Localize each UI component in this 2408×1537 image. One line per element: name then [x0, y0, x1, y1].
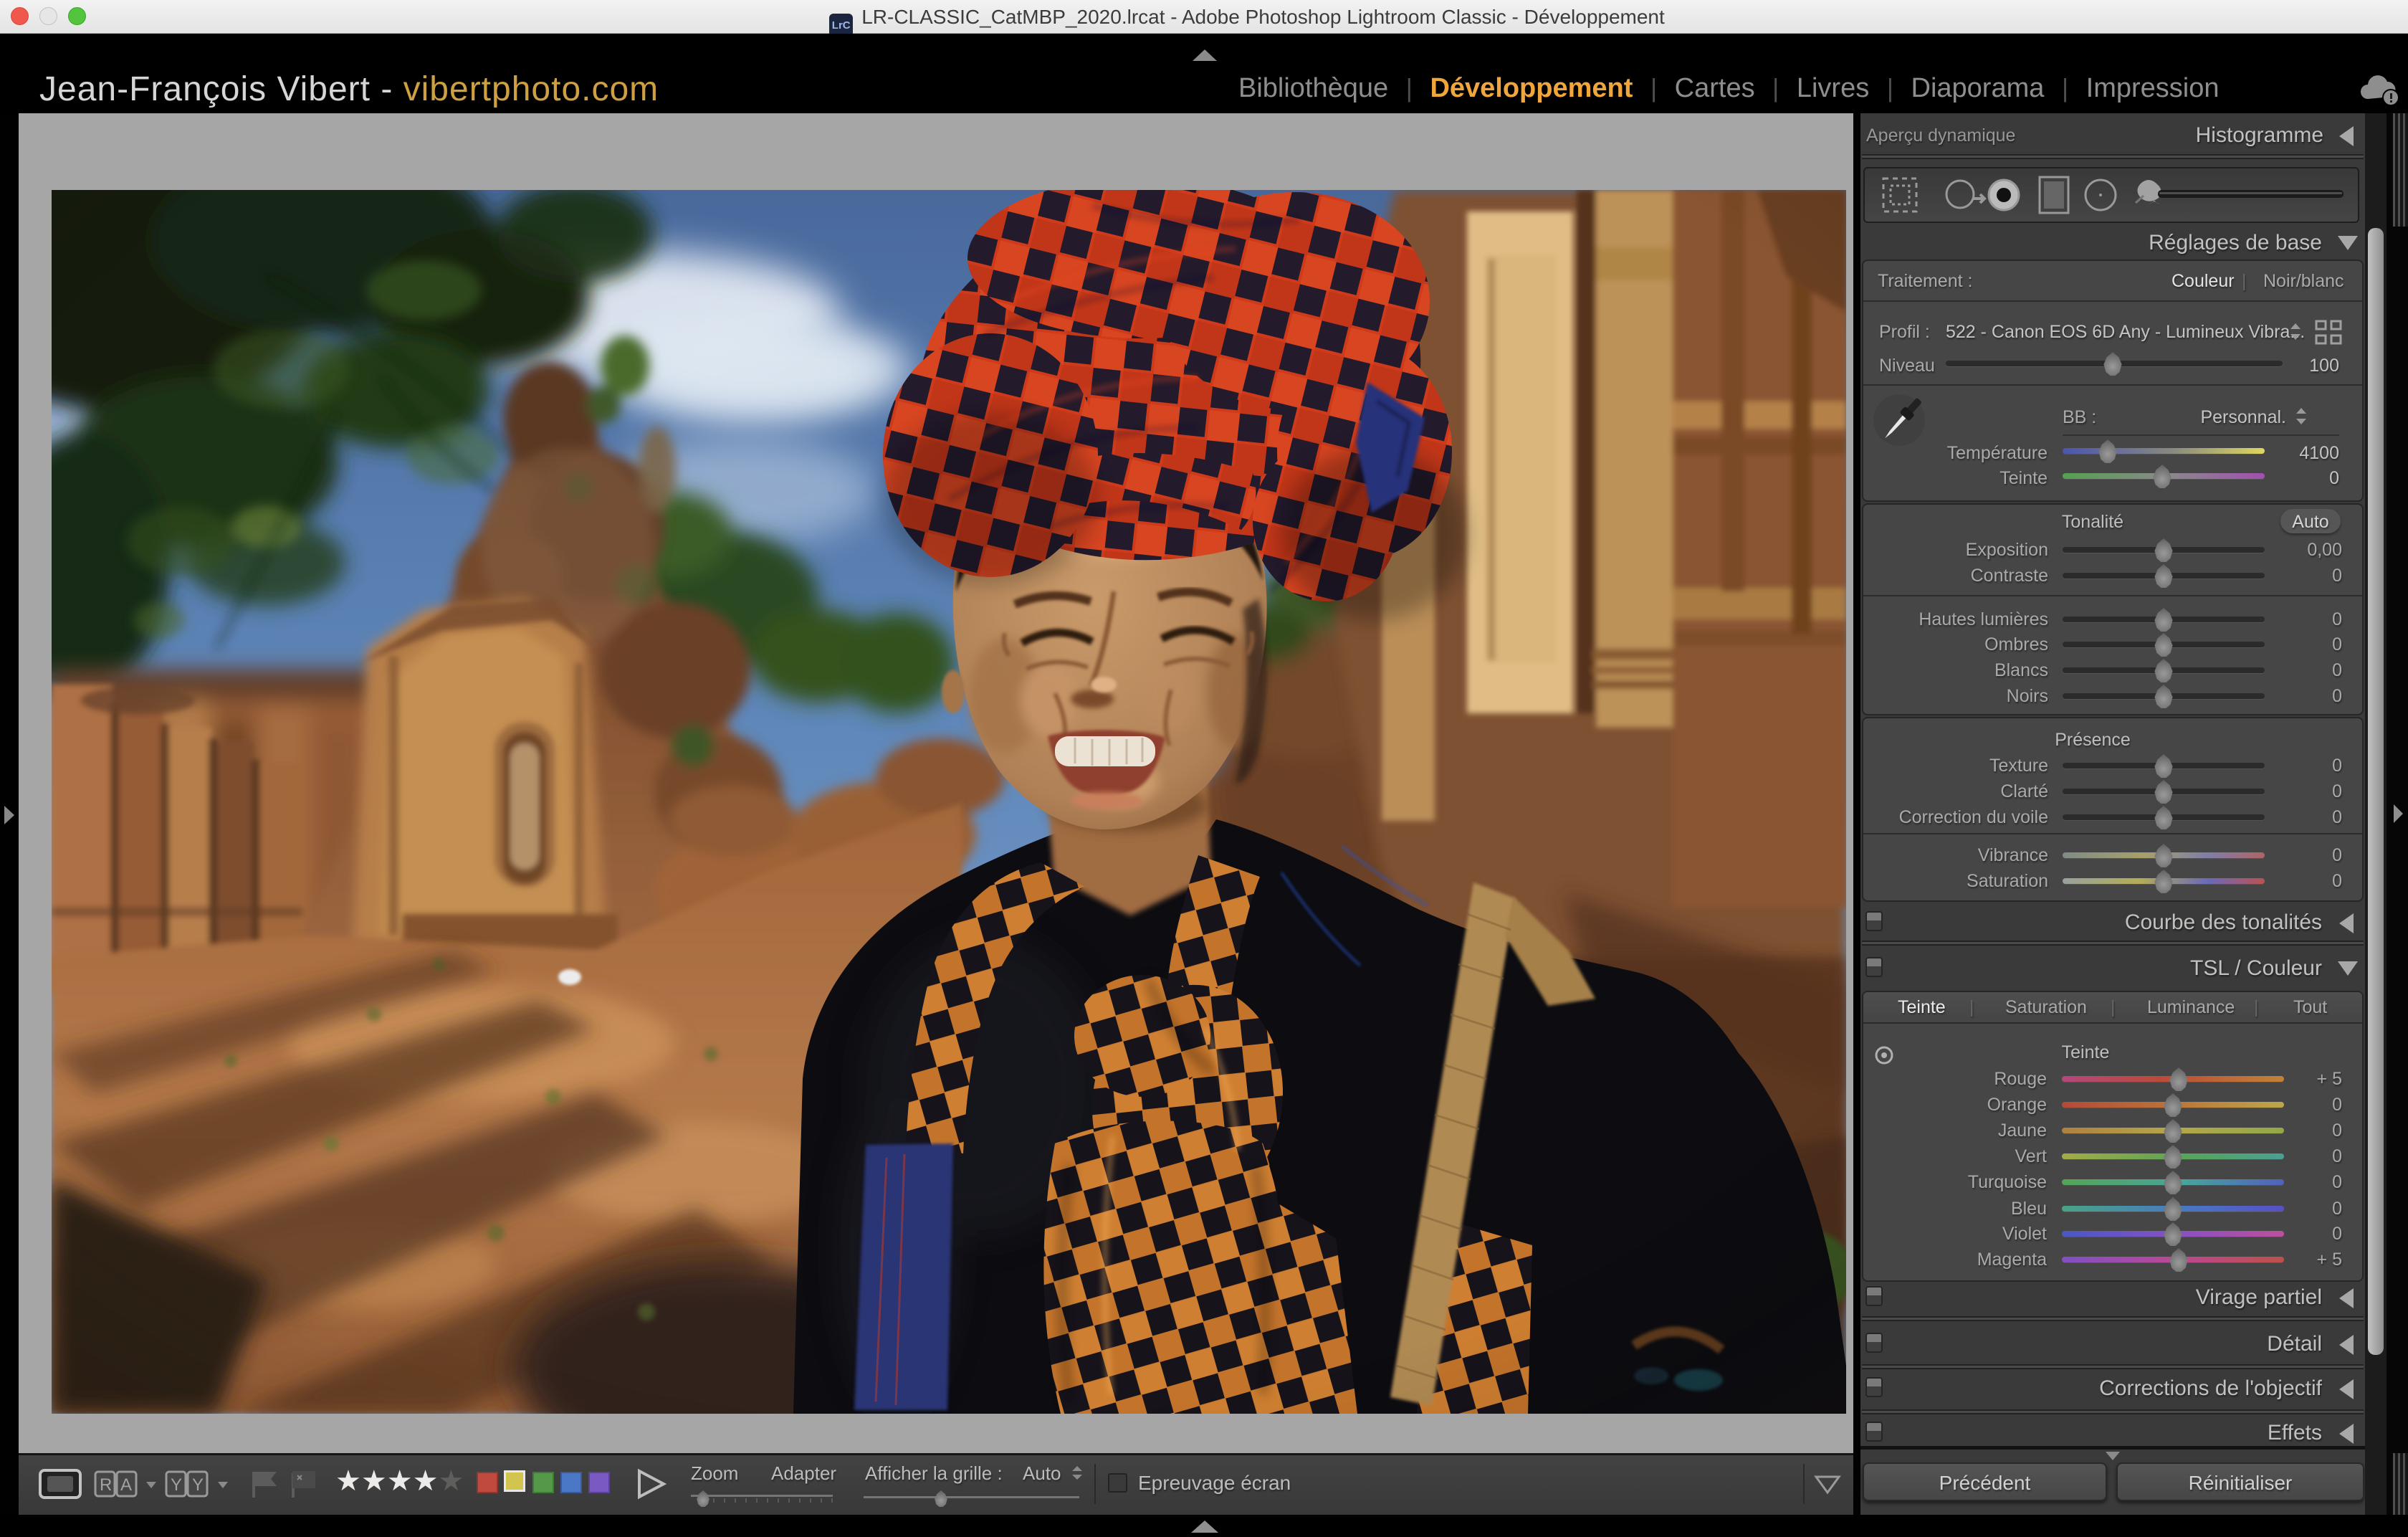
svg-text:Y: Y	[171, 1475, 182, 1495]
svg-text:Y: Y	[192, 1475, 204, 1495]
svg-text:R: R	[100, 1475, 112, 1495]
svg-text:A: A	[120, 1475, 132, 1495]
